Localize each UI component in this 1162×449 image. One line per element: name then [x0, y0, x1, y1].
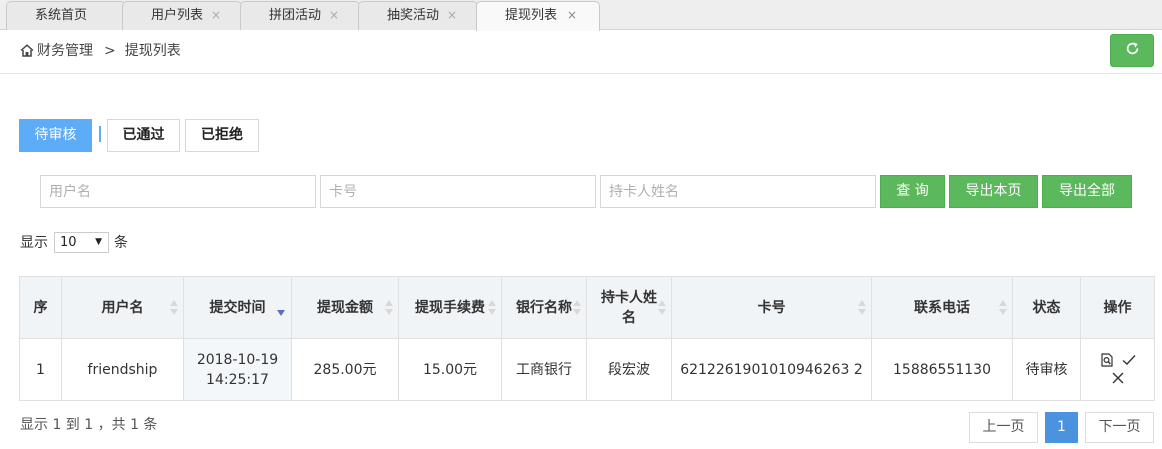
table-row: 1 friendship 2018-10-19 14:25:17 285.00元… — [19, 338, 1155, 401]
filter-rejected[interactable]: 已拒绝 — [185, 119, 259, 152]
pagination-info: 显示 1 到 1 ，共 1 条 — [20, 417, 158, 433]
view-icon[interactable] — [1099, 352, 1115, 369]
approve-icon[interactable] — [1121, 353, 1137, 369]
breadcrumb-current: 提现列表 — [124, 43, 181, 59]
cell-status: 待审核 — [1012, 338, 1081, 401]
tab-close-icon[interactable]: × — [447, 2, 457, 29]
query-button[interactable]: 查 询 — [880, 175, 945, 208]
sort-icon — [573, 300, 581, 316]
prev-page-button[interactable]: 上一页 — [969, 412, 1038, 443]
cell-amount: 285.00元 — [291, 338, 399, 401]
next-page-button[interactable]: 下一页 — [1085, 412, 1154, 443]
home-icon — [20, 42, 34, 64]
tab-close-icon[interactable]: × — [567, 2, 577, 29]
card-number-input[interactable] — [320, 175, 596, 208]
tab-bar: 系统首页 用户列表 × 拼团活动 × 抽奖活动 × 提现列表 × — [0, 0, 1162, 31]
refresh-icon — [1125, 41, 1140, 60]
sort-desc-icon — [277, 310, 285, 316]
cell-card: 6212261901010946263 2 — [671, 338, 872, 401]
page-size-prefix: 显示 — [20, 235, 48, 251]
cell-actions — [1080, 338, 1155, 401]
filter-pending[interactable]: 待审核 — [19, 119, 92, 152]
col-username[interactable]: 用户名 — [61, 276, 184, 339]
withdraw-table: 序 用户名 提交时间 提现金额 提现手续费 银行名称 持卡人姓名 卡号 联系电话… — [19, 276, 1155, 401]
col-status: 状态 — [1012, 276, 1081, 339]
header-divider — [0, 73, 1162, 74]
export-page-button[interactable]: 导出本页 — [949, 175, 1038, 208]
reject-icon[interactable] — [1110, 371, 1126, 387]
cell-submit-clock: 14:25:17 — [206, 371, 269, 388]
tab-close-icon[interactable]: × — [329, 2, 339, 29]
table-header-row: 序 用户名 提交时间 提现金额 提现手续费 银行名称 持卡人姓名 卡号 联系电话… — [19, 276, 1155, 339]
tab-label: 系统首页 — [35, 8, 88, 23]
tab-group-buy[interactable]: 拼团活动 × — [240, 1, 360, 30]
cell-fee: 15.00元 — [398, 338, 502, 401]
col-phone[interactable]: 联系电话 — [871, 276, 1013, 339]
tab-home[interactable]: 系统首页 — [6, 1, 126, 30]
col-card[interactable]: 卡号 — [671, 276, 872, 339]
breadcrumb: 财务管理 > 提现列表 — [20, 40, 181, 62]
filter-divider — [99, 126, 101, 142]
page-size-value: 10 — [60, 235, 77, 250]
sort-icon — [170, 300, 178, 316]
tab-label: 拼团活动 — [269, 8, 322, 23]
col-holder[interactable]: 持卡人姓名 — [586, 276, 672, 339]
tab-close-icon[interactable]: × — [211, 2, 221, 29]
tab-lottery[interactable]: 抽奖活动 × — [358, 1, 478, 30]
tab-withdraw-list[interactable]: 提现列表 × — [476, 1, 600, 31]
filter-approved[interactable]: 已通过 — [107, 119, 180, 152]
sort-icon — [858, 300, 866, 316]
cell-submit-date: 2018-10-19 — [196, 351, 279, 368]
col-submit-time[interactable]: 提交时间 — [183, 276, 292, 339]
username-input[interactable] — [40, 175, 316, 208]
sort-icon — [488, 300, 496, 316]
export-all-button[interactable]: 导出全部 — [1042, 175, 1132, 208]
tab-user-list[interactable]: 用户列表 × — [122, 1, 242, 30]
cell-holder: 段宏波 — [586, 338, 672, 401]
sort-icon — [385, 300, 393, 316]
cell-submit-time: 2018-10-19 14:25:17 — [183, 338, 292, 401]
cell-index: 1 — [19, 338, 62, 401]
col-fee[interactable]: 提现手续费 — [398, 276, 502, 339]
breadcrumb-separator: > — [104, 43, 116, 59]
tab-label: 用户列表 — [151, 8, 204, 23]
tab-label: 提现列表 — [505, 8, 558, 23]
col-actions: 操作 — [1080, 276, 1155, 339]
page-size-select[interactable]: 10 ▼ — [54, 232, 109, 253]
col-bank[interactable]: 银行名称 — [501, 276, 587, 339]
refresh-button[interactable] — [1110, 34, 1154, 67]
page-size-suffix: 条 — [114, 235, 128, 251]
sort-icon — [999, 300, 1007, 316]
card-holder-input[interactable] — [600, 175, 876, 208]
breadcrumb-parent[interactable]: 财务管理 — [37, 43, 93, 59]
cell-bank: 工商银行 — [501, 338, 587, 401]
tab-label: 抽奖活动 — [387, 8, 440, 23]
col-amount[interactable]: 提现金额 — [291, 276, 399, 339]
cell-username: friendship — [61, 338, 184, 401]
col-index: 序 — [19, 276, 62, 339]
select-caret-icon: ▼ — [95, 237, 102, 247]
page-1-button[interactable]: 1 — [1045, 412, 1078, 443]
sort-icon — [658, 300, 666, 316]
cell-phone: 15886551130 — [871, 338, 1013, 401]
